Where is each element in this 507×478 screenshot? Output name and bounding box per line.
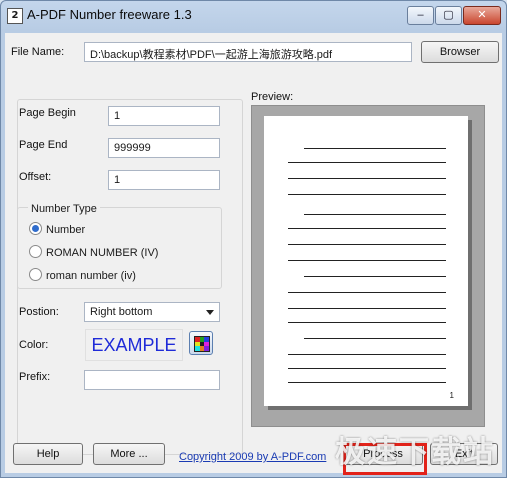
text-line [288, 382, 446, 383]
file-name-input[interactable]: D:\backup\教程素材\PDF\一起游上海旅游攻略.pdf [84, 42, 412, 62]
preview-label: Preview: [251, 91, 294, 103]
text-line [304, 214, 446, 215]
text-line [288, 244, 446, 245]
text-line [288, 292, 446, 293]
position-value: Right bottom [90, 306, 153, 318]
radio-roman-upper-label: ROMAN NUMBER (IV) [46, 247, 159, 259]
page-end-input[interactable]: 999999 [108, 138, 220, 158]
position-label: Postion: [19, 306, 59, 318]
page-begin-input[interactable]: 1 [108, 106, 220, 126]
offset-label: Offset: [19, 171, 52, 183]
page-end-label: Page End [19, 139, 68, 151]
preview-panel: 1 [251, 105, 485, 427]
text-line [288, 368, 446, 369]
text-line [304, 276, 446, 277]
title-bar[interactable]: 2 A-PDF Number freeware 1.3 – ▢ ✕ [1, 1, 506, 29]
position-select[interactable]: Right bottom [84, 302, 220, 322]
text-line [288, 308, 446, 309]
close-button[interactable]: ✕ [463, 6, 501, 25]
radio-number-label: Number [46, 224, 86, 236]
file-name-label: File Name: [11, 46, 65, 58]
text-line [288, 228, 446, 229]
text-line [288, 194, 446, 195]
text-line [288, 162, 446, 163]
color-example: EXAMPLE [85, 329, 183, 361]
text-line [288, 178, 446, 179]
more-button[interactable]: More ... [93, 443, 165, 465]
number-type-label: Number Type [28, 203, 100, 215]
color-picker-button[interactable] [189, 331, 213, 355]
preview-page: 1 [264, 116, 468, 406]
preview-page-number: 1 [449, 391, 454, 400]
text-line [288, 260, 446, 261]
radio-unselected-icon [29, 268, 42, 281]
minimize-button[interactable]: – [407, 6, 434, 25]
prefix-label: Prefix: [19, 371, 51, 383]
radio-roman-lower[interactable]: roman number (iv) [29, 268, 136, 282]
color-grid-icon [194, 336, 210, 352]
radio-number[interactable]: Number [29, 222, 85, 236]
radio-roman-lower-label: roman number (iv) [46, 270, 136, 282]
app-window: 2 A-PDF Number freeware 1.3 – ▢ ✕ File N… [0, 0, 507, 478]
chevron-down-icon [206, 310, 214, 315]
help-button[interactable]: Help [13, 443, 83, 465]
client-area: File Name: D:\backup\教程素材\PDF\一起游上海旅游攻略.… [5, 33, 502, 475]
radio-unselected-icon [29, 245, 42, 258]
color-label: Color: [19, 339, 49, 351]
site-watermark: 极速下载站 [335, 435, 495, 470]
copyright-link[interactable]: Copyright 2009 by A-PDF.com [179, 451, 326, 463]
text-line [304, 148, 446, 149]
prefix-input[interactable] [84, 370, 220, 390]
window-title: A-PDF Number freeware 1.3 [27, 7, 192, 22]
offset-input[interactable]: 1 [108, 170, 220, 190]
radio-selected-icon [29, 222, 42, 235]
app-icon: 2 [7, 8, 23, 24]
text-line [304, 338, 446, 339]
text-line [288, 354, 446, 355]
browse-button[interactable]: Browser [421, 41, 499, 63]
page-begin-label: Page Begin [19, 107, 76, 119]
maximize-button[interactable]: ▢ [435, 6, 462, 25]
radio-roman-upper[interactable]: ROMAN NUMBER (IV) [29, 245, 158, 259]
text-line [288, 322, 446, 323]
